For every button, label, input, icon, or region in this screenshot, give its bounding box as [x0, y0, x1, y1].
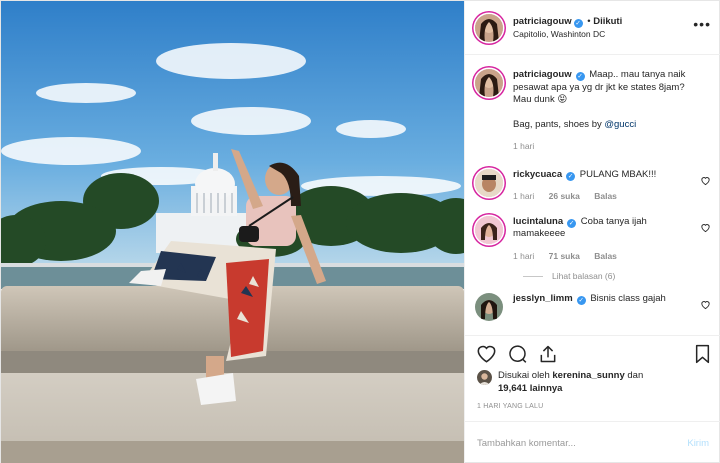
likes-suffix[interactable]: lainnya [530, 383, 563, 394]
caption-author[interactable]: patriciagouw [513, 69, 572, 80]
emoji-icon: 😝 [557, 94, 568, 105]
likes-prefix: Disukai oleh [498, 370, 550, 381]
comment-time[interactable]: 1 hari [513, 191, 534, 201]
commenter-username[interactable]: lucintaluna [513, 216, 563, 227]
likes-summary: Disukai oleh kerenina_sunny dan 19,641 l… [477, 369, 711, 395]
add-comment-bar: Kirim [465, 421, 720, 463]
comment-time[interactable]: 1 hari [513, 251, 534, 261]
comments-list[interactable]: patriciagouw ✓ Maap.. mau tanya naik pesa… [465, 55, 720, 335]
post-photo-image [1, 1, 464, 463]
verified-badge-icon: ✓ [567, 218, 577, 228]
caption-time-text[interactable]: 1 hari [513, 141, 534, 151]
post-comment-button[interactable]: Kirim [687, 438, 709, 449]
reply-button[interactable]: Balas [594, 191, 617, 201]
like-heart-icon[interactable] [476, 344, 497, 363]
caption: patriciagouw ✓ Maap.. mau tanya naik pesa… [475, 69, 711, 153]
caption-time: 1 hari [513, 140, 693, 153]
comment-text: Bisnis class gajah [590, 293, 666, 304]
comment-item: rickycuaca ✓ PULANG MBAK!!! 1 hari 26 suk… [475, 168, 711, 203]
comment-meta: 1 hari 26 suka Balas [513, 190, 693, 203]
commenter-username[interactable]: rickycuaca [513, 169, 562, 180]
commenter-avatar[interactable] [475, 215, 503, 244]
likes-count[interactable]: 19,641 [498, 383, 527, 394]
comment-meta: 1 hari 71 suka Balas [513, 250, 693, 263]
mention-link[interactable]: @gucci [604, 119, 636, 130]
post-photo[interactable] [1, 1, 464, 463]
share-icon[interactable] [538, 344, 558, 364]
comment-text: PULANG MBAK!!! [579, 168, 657, 180]
location-link[interactable]: Capitolio, Washinton DC [513, 28, 622, 40]
header-meta: patriciagouw ✓ • Diikuti Capitolio, Washi… [513, 15, 623, 40]
comment-body: lucintaluna ✓ Coba tanya ijah mamakeeee 1… [513, 216, 711, 263]
like-comment-heart-icon[interactable] [700, 222, 711, 233]
comment-body: jesslyn_limm ✓ Bisnis class gajah [513, 293, 711, 321]
instagram-post-window: patriciagouw ✓ • Diikuti Capitolio, Washi… [0, 0, 720, 463]
liker-avatar[interactable] [477, 370, 492, 385]
view-replies-button[interactable]: Lihat balasan (6) [523, 271, 711, 281]
reply-button[interactable]: Balas [594, 251, 617, 261]
more-dots-icon[interactable]: ••• [693, 17, 711, 31]
comment-item: jesslyn_limm ✓ Bisnis class gajah [475, 293, 711, 321]
comment-body: rickycuaca ✓ PULANG MBAK!!! 1 hari 26 suk… [513, 169, 711, 203]
post-date[interactable]: 1 HARI YANG LALU [477, 403, 543, 410]
caption-avatar[interactable] [475, 69, 503, 97]
save-bookmark-icon[interactable] [694, 344, 711, 364]
liker-username[interactable]: kerenina_sunny [552, 370, 624, 381]
commenter-avatar[interactable] [475, 168, 503, 197]
like-comment-heart-icon[interactable] [700, 175, 711, 186]
post-actions [465, 335, 720, 371]
caption-line2: Bag, pants, shoes by [513, 118, 605, 130]
comment-likes[interactable]: 26 suka [549, 191, 580, 201]
following-button[interactable]: Diikuti [593, 16, 622, 27]
verified-badge-icon: ✓ [573, 18, 583, 28]
verified-badge-icon: ✓ [576, 296, 586, 305]
comment-likes[interactable]: 71 suka [549, 251, 580, 261]
likes-text: Disukai oleh kerenina_sunny dan 19,641 l… [498, 369, 643, 395]
author-avatar[interactable] [475, 13, 503, 42]
commenter-avatar[interactable] [475, 293, 503, 321]
caption-body: patriciagouw ✓ Maap.. mau tanya naik pesa… [513, 69, 711, 153]
post-side-panel: patriciagouw ✓ • Diikuti Capitolio, Washi… [464, 1, 720, 463]
likes-connector: dan [627, 370, 644, 381]
author-username[interactable]: patriciagouw [513, 16, 572, 27]
add-comment-input[interactable] [477, 437, 688, 449]
post-header: patriciagouw ✓ • Diikuti Capitolio, Washi… [465, 1, 720, 55]
comment-bubble-icon[interactable] [507, 344, 528, 364]
view-replies-label: Lihat balasan (6) [552, 271, 616, 281]
replies-divider [523, 275, 543, 277]
commenter-username[interactable]: jesslyn_limm [513, 293, 573, 304]
comment-item: lucintaluna ✓ Coba tanya ijah mamakeeee 1… [475, 215, 711, 263]
like-comment-heart-icon[interactable] [700, 299, 711, 310]
verified-badge-icon: ✓ [575, 72, 585, 81]
verified-badge-icon: ✓ [566, 171, 576, 181]
